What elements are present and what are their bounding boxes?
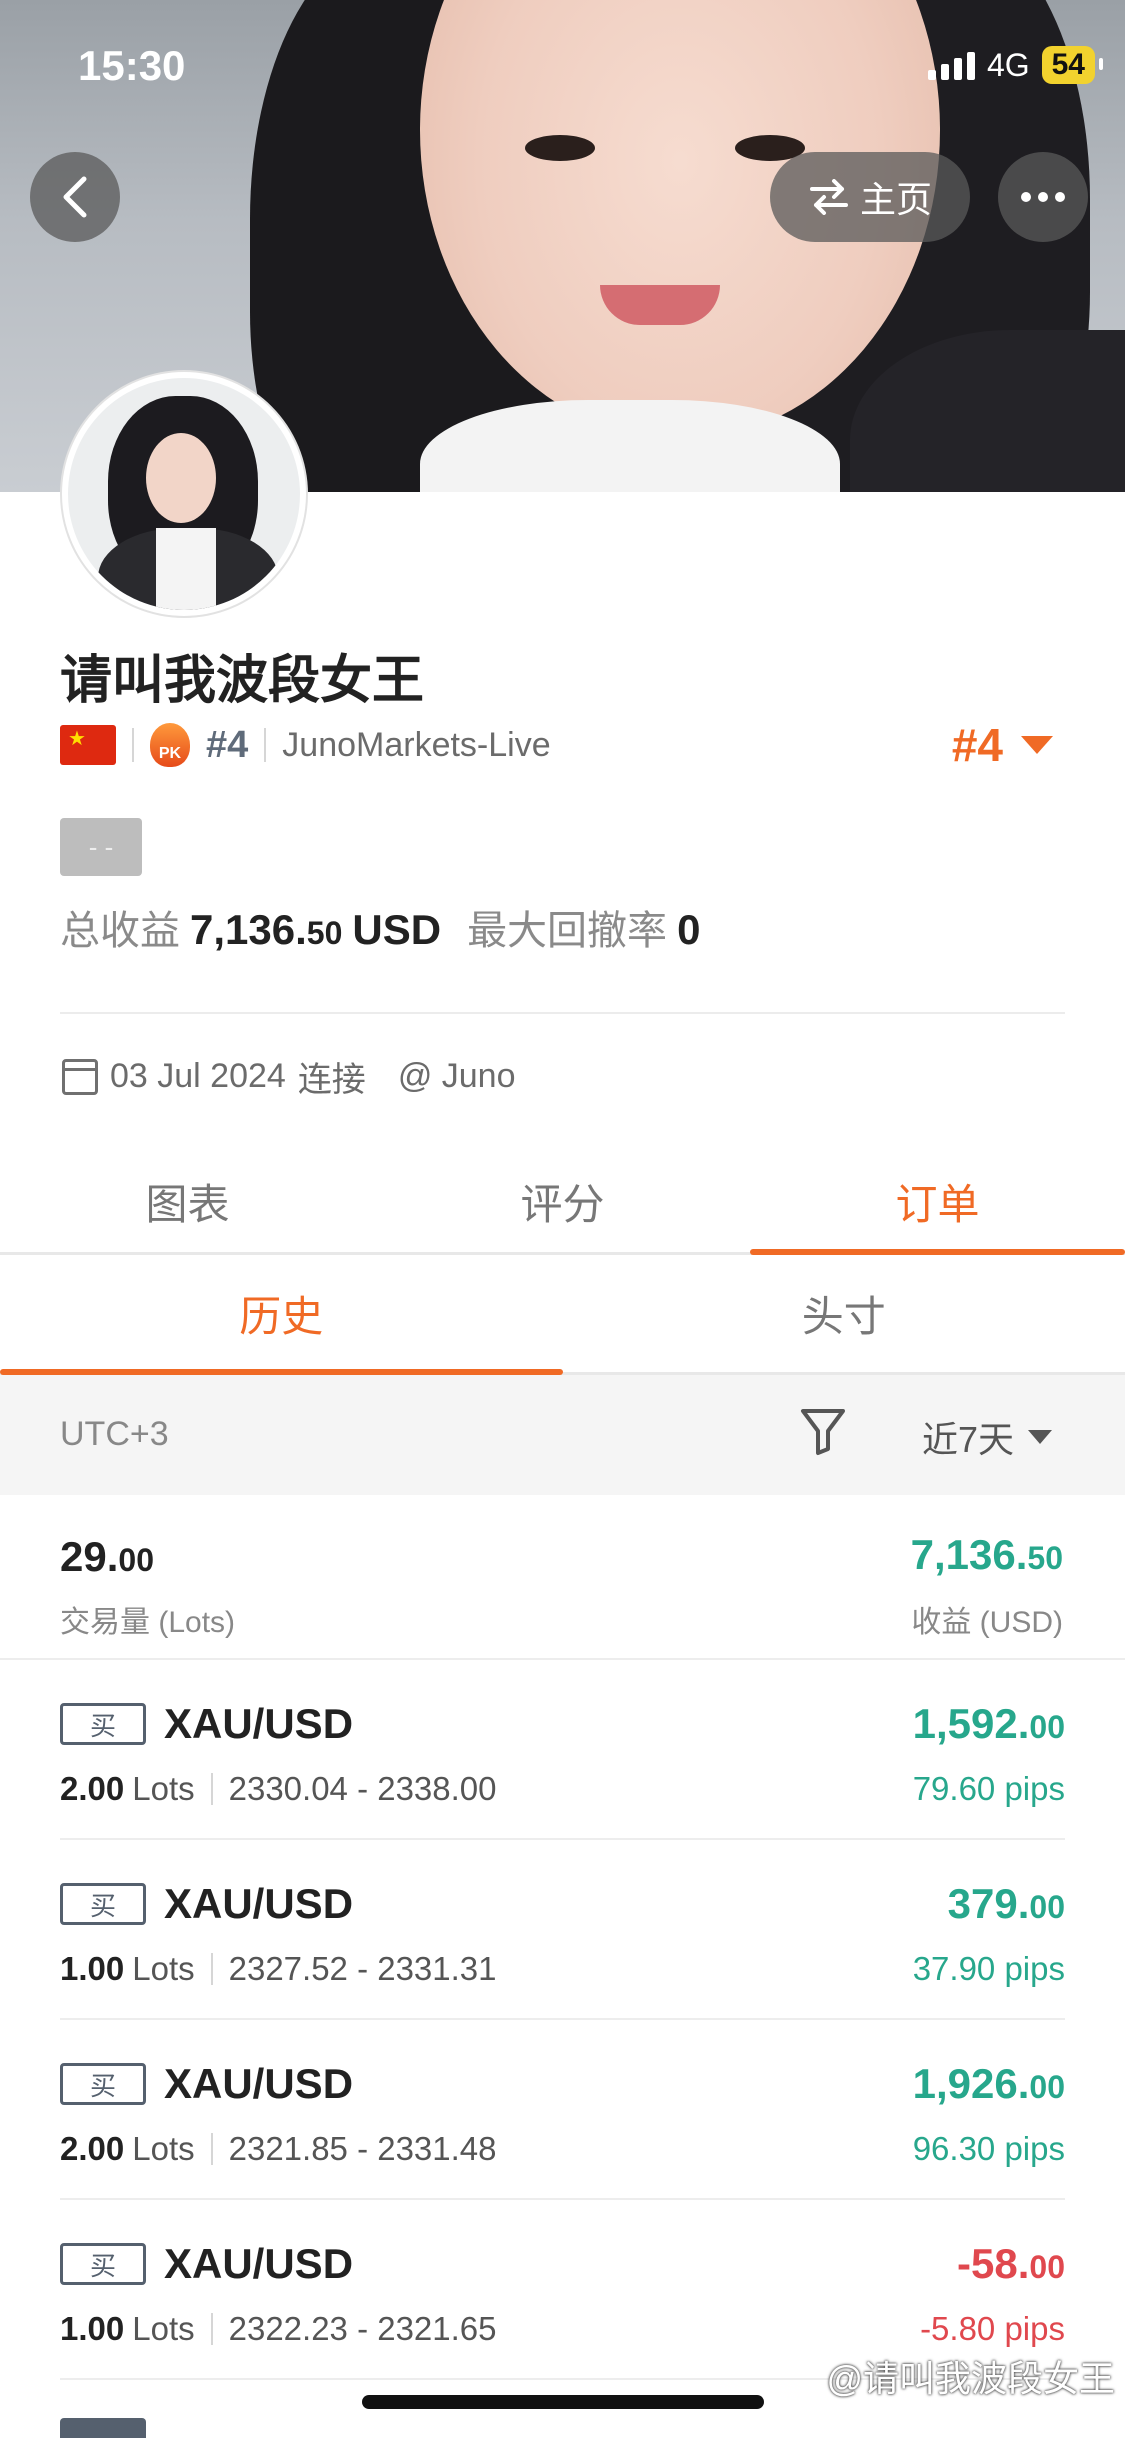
home-indicator[interactable]	[362, 2395, 764, 2409]
orders-summary: 29.00 交易量 (Lots) 7,136.50 收益 (USD)	[0, 1495, 1125, 1660]
chevron-left-icon	[58, 175, 92, 219]
total-profit-label: 总收益	[60, 898, 180, 956]
order-row[interactable]: 买 XAU/USD 2.00Lots2330.04 - 2338.00 1,59…	[60, 1658, 1065, 1840]
profile-meta: ★ PK #4 JunoMarkets-Live	[60, 720, 551, 770]
date-range-label: 近7天	[922, 1411, 1014, 1463]
order-pair: XAU/USD	[164, 2240, 353, 2288]
side-badge: 买	[60, 1703, 146, 1745]
tab-orders[interactable]: 订单	[750, 1150, 1125, 1252]
order-details: 2.00Lots2330.04 - 2338.00	[60, 1770, 497, 1808]
filter-bar: UTC+3 近7天	[0, 1375, 1125, 1495]
total-profit-dec: 50	[307, 915, 343, 951]
total-profit-int: 7,136.	[190, 906, 307, 953]
join-info: 03 Jul 2024 连接 @ Juno	[62, 1052, 516, 1101]
side-badge	[60, 2418, 146, 2438]
more-horizontal-icon	[1020, 191, 1066, 203]
summary-profit: 7,136.50	[911, 1531, 1063, 1579]
rank-dropdown[interactable]: #4	[952, 718, 1053, 772]
join-label: 连接	[298, 1052, 366, 1101]
filter-icon[interactable]	[800, 1407, 846, 1457]
rank-big-value: #4	[952, 718, 1003, 772]
server-name: JunoMarkets-Live	[282, 726, 550, 765]
order-profit: 1,592.00	[913, 1700, 1065, 1748]
status-time: 15:30	[78, 42, 185, 90]
side-badge: 买	[60, 1883, 146, 1925]
status-indicators: 4G 54	[928, 46, 1095, 84]
date-range-select[interactable]: 近7天	[922, 1411, 1052, 1463]
order-profit: -58.00	[957, 2240, 1065, 2288]
join-date: 03 Jul 2024	[110, 1057, 286, 1096]
more-button[interactable]	[998, 152, 1088, 242]
home-button-label: 主页	[860, 171, 932, 223]
home-button[interactable]: 主页	[770, 152, 970, 242]
order-details: 1.00Lots2322.23 - 2321.65	[60, 2310, 497, 2348]
tab-rating[interactable]: 评分	[375, 1150, 750, 1252]
swap-arrows-icon	[808, 179, 850, 215]
profit-summary: 总收益 7,136.50 USD 最大回撤率 0	[60, 898, 700, 956]
order-pair: XAU/USD	[164, 1700, 353, 1748]
order-profit: 1,926.00	[913, 2060, 1065, 2108]
timezone-label: UTC+3	[60, 1415, 169, 1454]
total-profit-unit: USD	[352, 906, 441, 954]
order-pips: 37.90 pips	[913, 1950, 1065, 1988]
rank-small: #4	[206, 724, 248, 767]
side-badge: 买	[60, 2243, 146, 2285]
order-row[interactable]: 买 XAU/USD 1.00Lots2327.52 - 2331.31 379.…	[60, 1838, 1065, 2020]
network-type: 4G	[987, 47, 1030, 84]
tab-chart[interactable]: 图表	[0, 1150, 375, 1252]
calendar-icon	[62, 1059, 98, 1095]
summary-lots: 29.00	[60, 1533, 154, 1581]
subtab-positions[interactable]: 头寸	[563, 1255, 1125, 1372]
subtab-history[interactable]: 历史	[0, 1255, 563, 1372]
order-pair: XAU/USD	[164, 1880, 353, 1928]
order-pips: 96.30 pips	[913, 2130, 1065, 2168]
signal-icon	[928, 50, 975, 80]
china-flag-icon: ★	[60, 725, 116, 765]
profile-tag: - -	[60, 818, 142, 876]
summary-lots-label: 交易量 (Lots)	[60, 1597, 235, 1641]
avatar[interactable]	[62, 372, 306, 616]
order-details: 2.00Lots2321.85 - 2331.48	[60, 2130, 497, 2168]
divider	[60, 1012, 1065, 1014]
order-pair: XAU/USD	[164, 2060, 353, 2108]
back-button[interactable]	[30, 152, 120, 242]
main-tabs: 图表 评分 订单	[0, 1150, 1125, 1255]
order-details: 1.00Lots2327.52 - 2331.31	[60, 1950, 497, 1988]
order-pips: -5.80 pips	[920, 2310, 1065, 2348]
order-row[interactable]: 买 XAU/USD 2.00Lots2321.85 - 2331.48 1,92…	[60, 2018, 1065, 2200]
profile-name: 请叫我波段女王	[60, 638, 424, 713]
broker-name: @ Juno	[398, 1057, 516, 1096]
caret-down-icon	[1028, 1430, 1052, 1444]
watermark: @请叫我波段女王	[826, 2350, 1115, 2402]
side-badge: 买	[60, 2063, 146, 2105]
caret-down-icon	[1021, 736, 1053, 754]
pk-fire-icon[interactable]: PK	[150, 723, 190, 767]
max-drawdown-label: 最大回撤率	[467, 898, 667, 956]
order-profit: 379.00	[948, 1880, 1065, 1928]
max-drawdown-value: 0	[677, 906, 700, 954]
order-pips: 79.60 pips	[913, 1770, 1065, 1808]
battery-icon: 54	[1042, 46, 1095, 84]
order-subtabs: 历史 头寸	[0, 1255, 1125, 1375]
summary-profit-label: 收益 (USD)	[911, 1597, 1063, 1641]
